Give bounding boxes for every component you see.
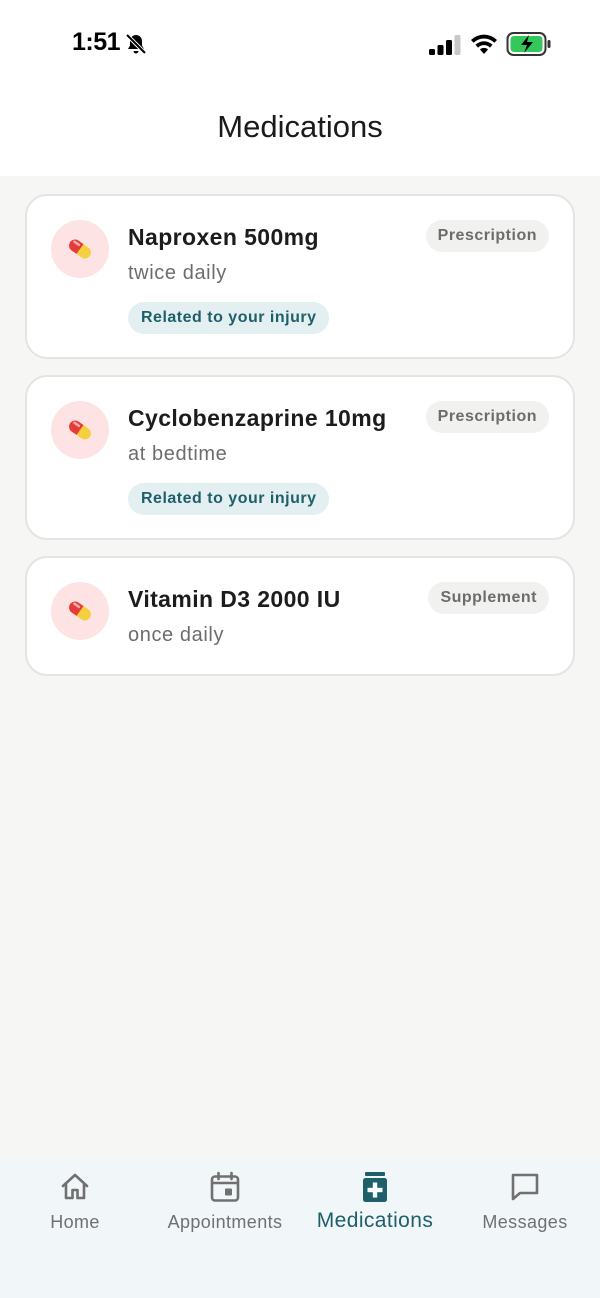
medical-bottle-icon bbox=[363, 1172, 387, 1202]
pill-icon bbox=[69, 601, 91, 621]
medication-name: Vitamin D3 2000 IU bbox=[128, 586, 341, 612]
status-time: 1:51 bbox=[72, 28, 121, 56]
medication-dose: once daily bbox=[128, 624, 225, 646]
medication-name: Naproxen 500mg bbox=[128, 224, 319, 250]
medication-card[interactable]: Cyclobenzaprine 10mg at bedtime Prescrip… bbox=[25, 375, 575, 540]
cellular-signal-icon bbox=[429, 35, 461, 55]
medications-screen: 1:51 Medications Naproxen 500mg twice da… bbox=[0, 0, 600, 1298]
wifi-icon bbox=[471, 34, 497, 54]
bell-slash-icon bbox=[125, 33, 147, 55]
medication-type-badge: Prescription bbox=[425, 220, 549, 252]
bottom-tab-bar: Home Appointments Medications Messages bbox=[0, 1158, 600, 1298]
tab-appointments-label: Appointments bbox=[167, 1212, 283, 1232]
medication-card[interactable]: Vitamin D3 2000 IU once daily Supplement bbox=[25, 556, 575, 676]
status-bar: 1:51 bbox=[0, 0, 600, 88]
medication-type-badge: Prescription bbox=[425, 401, 549, 433]
pill-icon bbox=[69, 420, 91, 440]
calendar-icon bbox=[210, 1171, 240, 1202]
tab-medications[interactable]: Medications bbox=[300, 1158, 450, 1258]
page-title: Medications bbox=[217, 109, 383, 144]
medication-dose: at bedtime bbox=[128, 443, 228, 465]
chat-bubble-icon bbox=[511, 1173, 539, 1201]
page-header: Medications bbox=[0, 88, 600, 176]
medication-dose: twice daily bbox=[128, 262, 227, 284]
medication-type-badge: Supplement bbox=[428, 582, 549, 614]
tab-appointments[interactable]: Appointments bbox=[150, 1158, 300, 1258]
tab-home[interactable]: Home bbox=[0, 1158, 150, 1258]
pill-icon bbox=[69, 239, 91, 259]
tab-messages-label: Messages bbox=[482, 1212, 568, 1232]
pill-icon-circle bbox=[51, 220, 109, 278]
pill-icon-circle bbox=[51, 401, 109, 459]
home-icon bbox=[61, 1173, 89, 1200]
related-injury-badge: Related to your injury bbox=[128, 483, 330, 515]
medication-card[interactable]: Naproxen 500mg twice daily Prescription … bbox=[25, 194, 575, 359]
related-injury-badge: Related to your injury bbox=[128, 302, 330, 334]
battery-charging-icon bbox=[506, 32, 551, 56]
tab-messages[interactable]: Messages bbox=[450, 1158, 600, 1258]
tab-home-label: Home bbox=[50, 1212, 100, 1232]
pill-icon-circle bbox=[51, 582, 109, 640]
medication-name: Cyclobenzaprine 10mg bbox=[128, 405, 387, 431]
tab-medications-label: Medications bbox=[316, 1209, 434, 1232]
